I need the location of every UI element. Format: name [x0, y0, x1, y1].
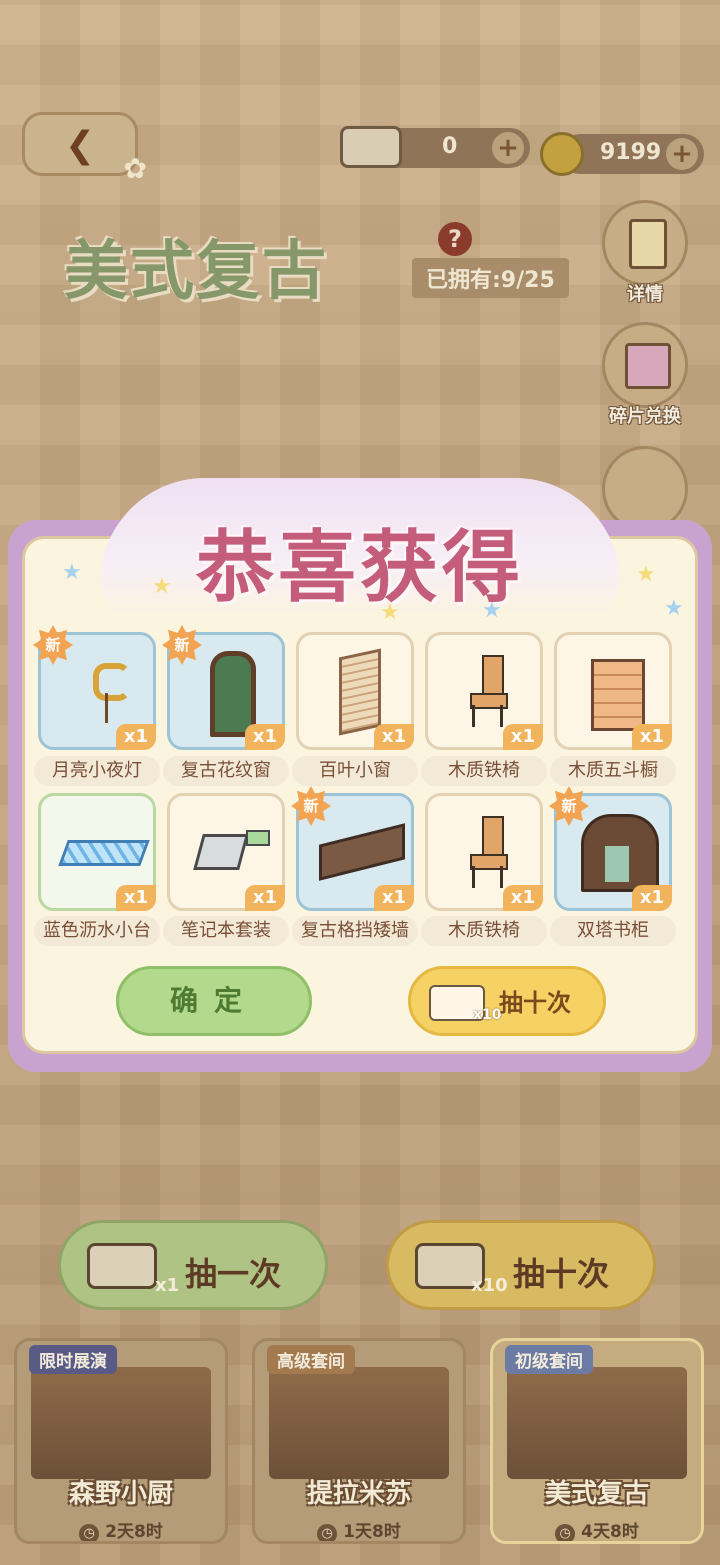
- ticket-count: 0: [442, 134, 458, 159]
- item-quantity: x1: [632, 885, 672, 911]
- add-coin-button[interactable]: +: [666, 138, 698, 170]
- add-ticket-button[interactable]: +: [492, 132, 524, 164]
- item-name: 双塔书柜: [550, 916, 676, 946]
- room-time-text: 1天8时: [343, 1522, 401, 1542]
- item-name: 蓝色沥水小台: [34, 916, 160, 946]
- room-time-text: 4天8时: [581, 1522, 639, 1542]
- draw-one-count: x1: [155, 1275, 180, 1296]
- drain-rack-icon: [55, 810, 150, 888]
- room-time: ◷ 4天8时: [493, 1517, 701, 1542]
- shutter-window-icon: [313, 648, 397, 736]
- room-thumbnail: [507, 1367, 687, 1479]
- confirm-button[interactable]: 确定: [116, 966, 312, 1036]
- item-name: 复古花纹窗: [163, 756, 289, 786]
- room-name: 美式复古: [544, 1479, 649, 1509]
- reward-item-2[interactable]: x1 新: [162, 625, 285, 750]
- ticket-icon: [87, 1243, 157, 1289]
- item-name: 月亮小夜灯: [34, 756, 160, 786]
- item-quantity: x1: [632, 724, 672, 750]
- room-thumbnail: [31, 1367, 211, 1479]
- reward-item-6[interactable]: x1: [38, 793, 156, 911]
- reward-item-3[interactable]: x1: [296, 632, 414, 750]
- clock-icon: ◷: [555, 1524, 576, 1541]
- reward-item-7[interactable]: x1: [167, 793, 285, 911]
- star-icon: ★: [152, 574, 172, 599]
- reward-item-9[interactable]: x1: [425, 793, 543, 911]
- draw-ten-count: x10: [471, 1275, 508, 1296]
- item-quantity: x1: [503, 885, 543, 911]
- room-time: ◷ 2天8时: [17, 1517, 225, 1542]
- exchange-button[interactable]: [602, 322, 688, 408]
- room-card-1[interactable]: 限时展演 森野小厨 ◷ 2天8时: [14, 1338, 228, 1544]
- draw-one-label: 抽一次: [185, 1255, 282, 1293]
- gift-box-icon: [625, 343, 671, 389]
- draw-ten-label: 抽十次: [499, 989, 571, 1017]
- star-icon: ★: [664, 596, 684, 621]
- new-badge: 新: [549, 786, 589, 826]
- new-badge: 新: [162, 625, 202, 665]
- exchange-label: 碎片兑换: [609, 406, 681, 427]
- room-card-3[interactable]: 初级套间 美式复古 ◷ 4天8时: [490, 1338, 704, 1544]
- room-time: ◷ 1天8时: [255, 1517, 463, 1542]
- owned-count: 已拥有:9/25: [412, 258, 569, 298]
- clock-icon: ◷: [79, 1524, 100, 1541]
- item-name: 百叶小窗: [292, 756, 418, 786]
- ticket-icon: [340, 126, 402, 168]
- room-tag: 高级套间: [267, 1345, 355, 1374]
- star-icon: ★: [62, 560, 82, 585]
- room-name: 森野小厨: [68, 1479, 173, 1509]
- room-tag: 初级套间: [505, 1345, 593, 1374]
- reward-item-5[interactable]: x1: [554, 632, 672, 750]
- new-badge: 新: [291, 786, 331, 826]
- new-badge: 新: [33, 625, 73, 665]
- draw-ten-button[interactable]: x10 抽十次: [408, 966, 606, 1036]
- reward-title: 恭喜获得: [195, 523, 524, 613]
- reward-item-8[interactable]: x1 新: [291, 786, 414, 911]
- star-icon: ★: [482, 598, 502, 623]
- flower-icon: ✿: [123, 152, 147, 185]
- chair-icon: [442, 649, 526, 727]
- room-thumbnail: [269, 1367, 449, 1479]
- draw-ten-button-bg[interactable]: x10 抽十次: [386, 1220, 656, 1310]
- coin-icon: [540, 132, 584, 176]
- clipboard-icon: [629, 219, 667, 269]
- room-card-2[interactable]: 高级套间 提拉米苏 ◷ 1天8时: [252, 1338, 466, 1544]
- back-button[interactable]: ❮ ✿: [22, 112, 147, 185]
- item-quantity: x1: [503, 724, 543, 750]
- laptop-icon: [184, 810, 270, 888]
- item-name: 笔记本套装: [163, 916, 289, 946]
- item-quantity: x1: [245, 724, 285, 750]
- chevron-left-icon: ❮: [65, 125, 96, 166]
- draw-ten-count: x10: [473, 1007, 502, 1023]
- star-icon: ★: [380, 600, 400, 625]
- dresser-icon: [571, 649, 655, 731]
- details-label: 详情: [627, 284, 663, 305]
- draw-one-button[interactable]: x1 抽一次: [58, 1220, 328, 1310]
- star-icon: ★: [636, 562, 656, 587]
- reward-item-4[interactable]: x1: [425, 632, 543, 750]
- item-name: 木质五斗橱: [550, 756, 676, 786]
- item-quantity: x1: [116, 885, 156, 911]
- reward-item-10[interactable]: x1 新: [549, 786, 672, 911]
- coin-count: 9199: [600, 140, 662, 165]
- room-name: 提拉米苏: [306, 1479, 411, 1509]
- clock-icon: ◷: [317, 1524, 338, 1541]
- item-quantity: x1: [245, 885, 285, 911]
- set-title: 美式复古: [64, 234, 328, 309]
- reward-item-1[interactable]: x1 新: [33, 625, 156, 750]
- item-name: 复古格挡矮墙: [292, 916, 418, 946]
- draw-ten-label: 抽十次: [513, 1255, 610, 1293]
- ticket-icon: x10: [429, 985, 502, 1023]
- item-quantity: x1: [374, 724, 414, 750]
- details-button[interactable]: [602, 200, 688, 286]
- room-tag: 限时展演: [29, 1345, 117, 1374]
- item-quantity: x1: [116, 724, 156, 750]
- chair-icon: [442, 810, 526, 888]
- item-name: 木质铁椅: [421, 916, 547, 946]
- help-icon[interactable]: ?: [438, 222, 472, 256]
- item-quantity: x1: [374, 885, 414, 911]
- item-name: 木质铁椅: [421, 756, 547, 786]
- room-time-text: 2天8时: [105, 1522, 163, 1542]
